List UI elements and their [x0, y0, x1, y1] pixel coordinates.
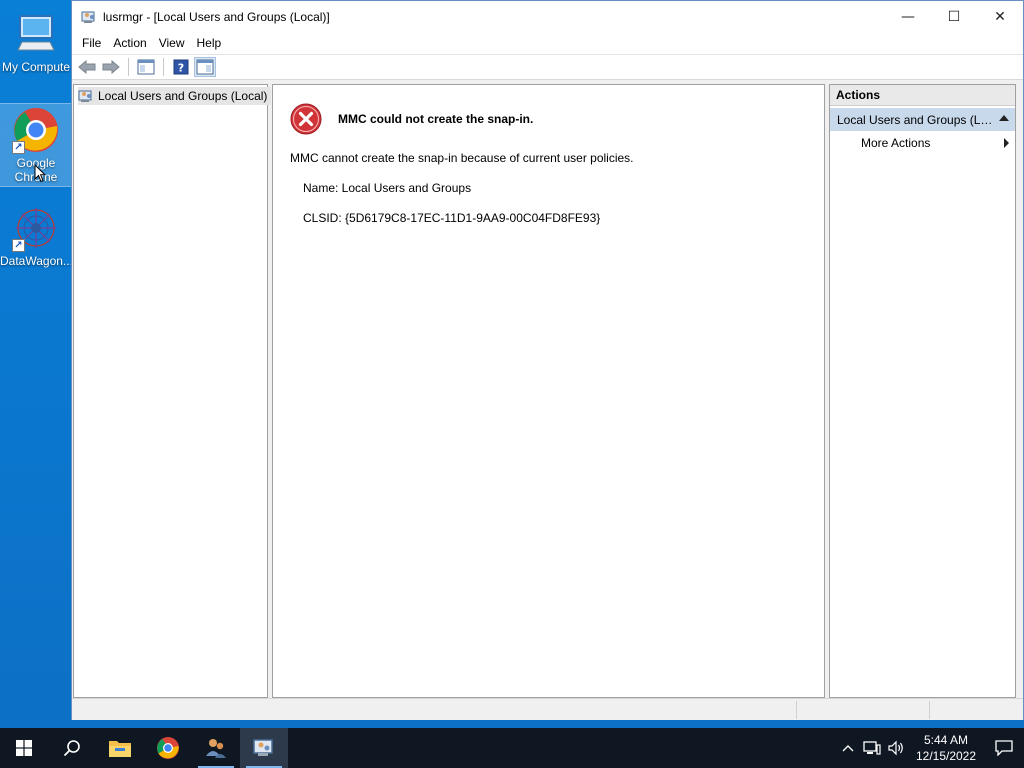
submenu-arrow-icon	[1004, 138, 1009, 148]
title-bar[interactable]: lusrmgr - [Local Users and Groups (Local…	[72, 1, 1023, 32]
error-message: MMC cannot create the snap-in because of…	[290, 151, 634, 165]
action-more-actions[interactable]: More Actions	[830, 131, 1015, 155]
help-icon: ?	[173, 59, 189, 75]
show-hide-action-pane-icon	[196, 59, 214, 75]
mmc-window: lusrmgr - [Local Users and Groups (Local…	[71, 0, 1024, 720]
actions-group-local-users-and-groups[interactable]: Local Users and Groups (Lo...	[830, 108, 1015, 131]
taskbar-lusrmgr[interactable]	[240, 728, 288, 768]
collapse-up-icon[interactable]	[999, 115, 1009, 121]
menu-help[interactable]: Help	[191, 32, 228, 54]
error-snapin-name: Name: Local Users and Groups	[303, 181, 472, 195]
status-bar-divider	[796, 701, 797, 719]
shortcut-arrow-icon: ↗	[12, 141, 25, 154]
datawagon-icon: ↗	[12, 204, 60, 252]
console-content: Local Users and Groups (Local) MMC could…	[72, 81, 1023, 698]
start-icon	[16, 740, 32, 756]
status-bar	[72, 698, 1023, 720]
error-title: MMC could not create the snap-in.	[338, 112, 534, 126]
menu-bar: File Action View Help	[72, 32, 1023, 54]
actions-header: Actions	[830, 85, 1015, 106]
chrome-icon	[157, 737, 179, 759]
file-explorer-icon	[109, 741, 131, 757]
desktop-icon-label: My Compute	[1, 60, 71, 74]
start-button[interactable]	[0, 728, 48, 768]
lusrmgr-icon	[253, 739, 273, 756]
clock-time: 5:44 AM	[923, 733, 969, 747]
toolbar: ?	[72, 54, 1023, 80]
close-button[interactable]: ✕	[977, 1, 1023, 32]
back-icon	[78, 60, 96, 74]
maximize-button[interactable]: ☐	[931, 1, 977, 32]
error-snapin-clsid: CLSID: {5D6179C8-17EC-11D1-9AA9-00C04FD8…	[303, 211, 601, 225]
help-button[interactable]: ?	[170, 57, 192, 77]
mouse-cursor-icon	[34, 164, 46, 183]
desktop-icon-datawagon[interactable]: ↗ DataWagon...	[0, 202, 72, 284]
search-button[interactable]	[48, 728, 96, 768]
status-bar-divider	[929, 701, 930, 719]
show-hide-tree-icon	[137, 59, 155, 75]
show-hide-action-pane-button[interactable]	[194, 57, 216, 77]
tree-item-label: Local Users and Groups (Local)	[98, 89, 268, 103]
show-hidden-icons-button[interactable]	[836, 728, 860, 768]
menu-file[interactable]: File	[76, 32, 107, 54]
desktop-icon-label: DataWagon...	[0, 254, 72, 268]
result-pane: MMC could not create the snap-in. MMC ca…	[272, 84, 825, 698]
back-button[interactable]	[76, 57, 98, 77]
forward-icon	[102, 60, 120, 74]
action-label: More Actions	[861, 136, 931, 150]
actions-pane: Actions Local Users and Groups (Lo... Mo…	[829, 84, 1016, 698]
desktop-icon-my-computer[interactable]: My Compute	[0, 8, 72, 90]
chevron-up-icon	[842, 745, 854, 752]
error-icon	[290, 103, 322, 135]
tree-item-local-users-and-groups[interactable]: Local Users and Groups (Local)	[78, 87, 272, 105]
action-center-button[interactable]	[984, 728, 1024, 768]
system-tray: 5:44 AM 12/15/2022	[836, 728, 1024, 768]
clock-date: 12/15/2022	[915, 749, 977, 763]
clock[interactable]: 5:44 AM 12/15/2022	[908, 732, 984, 764]
taskbar-users-app[interactable]	[192, 728, 240, 768]
menu-action[interactable]: Action	[107, 32, 152, 54]
shortcut-arrow-icon: ↗	[12, 239, 25, 252]
volume-button[interactable]	[884, 728, 908, 768]
users-groups-icon	[78, 90, 92, 102]
show-hide-tree-button[interactable]	[135, 57, 157, 77]
computer-icon	[12, 10, 60, 58]
forward-button[interactable]	[100, 57, 122, 77]
toolbar-separator	[128, 58, 129, 76]
taskbar-file-explorer[interactable]	[96, 728, 144, 768]
notification-icon	[995, 740, 1013, 756]
maximize-icon: ☐	[947, 8, 961, 25]
minimize-icon: —	[901, 8, 915, 25]
console-tree-pane[interactable]: Local Users and Groups (Local)	[73, 84, 272, 698]
lusrmgr-app-icon	[81, 11, 95, 23]
network-icon	[863, 741, 881, 755]
volume-icon	[888, 740, 903, 756]
network-button[interactable]	[860, 728, 884, 768]
window-title: lusrmgr - [Local Users and Groups (Local…	[103, 9, 330, 24]
minimize-button[interactable]: —	[885, 1, 931, 32]
chrome-icon: ↗	[12, 106, 60, 154]
search-icon	[63, 740, 80, 757]
taskbar-chrome[interactable]	[144, 728, 192, 768]
desktop-icon-google-chrome[interactable]: ↗ Google Chrome	[0, 103, 73, 187]
users-icon	[206, 739, 226, 758]
taskbar: 5:44 AM 12/15/2022	[0, 728, 1024, 768]
menu-view[interactable]: View	[153, 32, 191, 54]
toolbar-separator	[163, 58, 164, 76]
close-icon: ✕	[994, 8, 1006, 25]
actions-group-label: Local Users and Groups (Lo...	[837, 112, 993, 127]
svg-text:?: ?	[178, 62, 184, 75]
